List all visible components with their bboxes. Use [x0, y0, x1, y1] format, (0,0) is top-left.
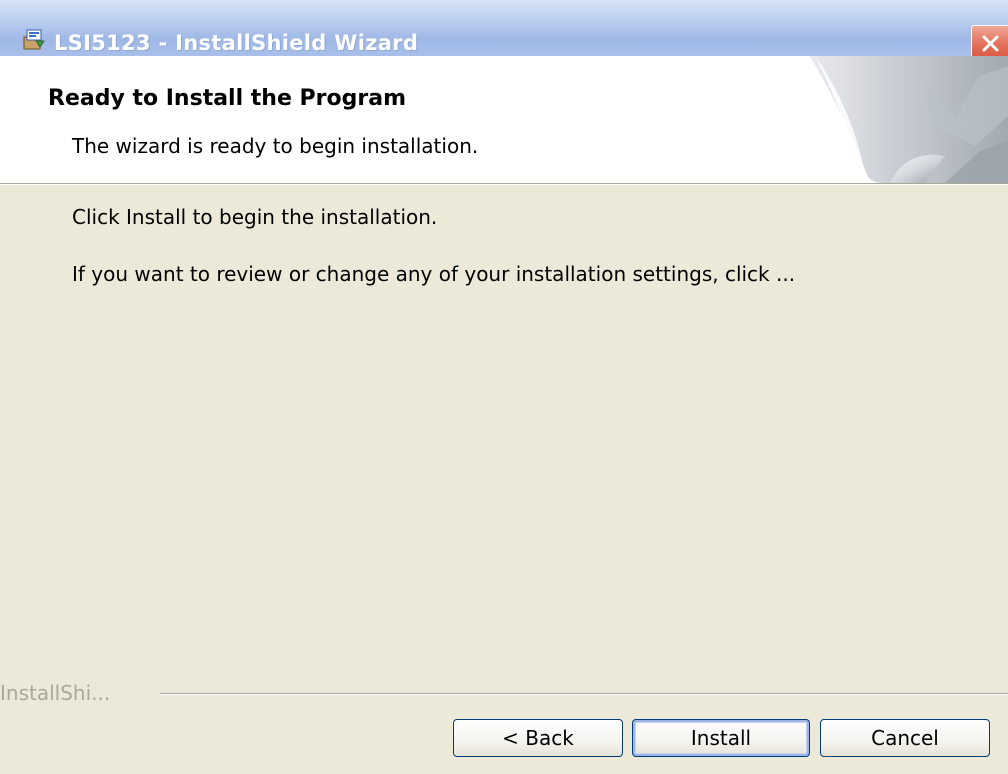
instruction-text: Click Install to begin the installation.	[72, 205, 438, 229]
page-subtitle: The wizard is ready to begin installatio…	[72, 134, 479, 158]
cancel-button[interactable]: Cancel	[820, 719, 990, 757]
footer-separator-highlight	[160, 694, 1008, 695]
page-title: Ready to Install the Program	[48, 86, 407, 111]
installshield-wizard-window: LSI5123 - InstallShield Wizard Ready to …	[0, 0, 1008, 774]
close-icon	[982, 35, 999, 52]
window-title: LSI5123 - InstallShield Wizard	[54, 31, 419, 55]
install-button[interactable]: Install	[632, 719, 810, 757]
page-curl-graphic	[810, 56, 1008, 183]
banner-separator-highlight	[0, 184, 1008, 185]
installshield-branding-label: InstallShi...	[0, 681, 117, 705]
installer-package-icon	[23, 29, 45, 50]
back-button[interactable]: < Back	[453, 719, 623, 757]
title-bar[interactable]: LSI5123 - InstallShield Wizard	[0, 0, 1008, 61]
review-settings-text: If you want to review or change any of y…	[72, 262, 796, 286]
